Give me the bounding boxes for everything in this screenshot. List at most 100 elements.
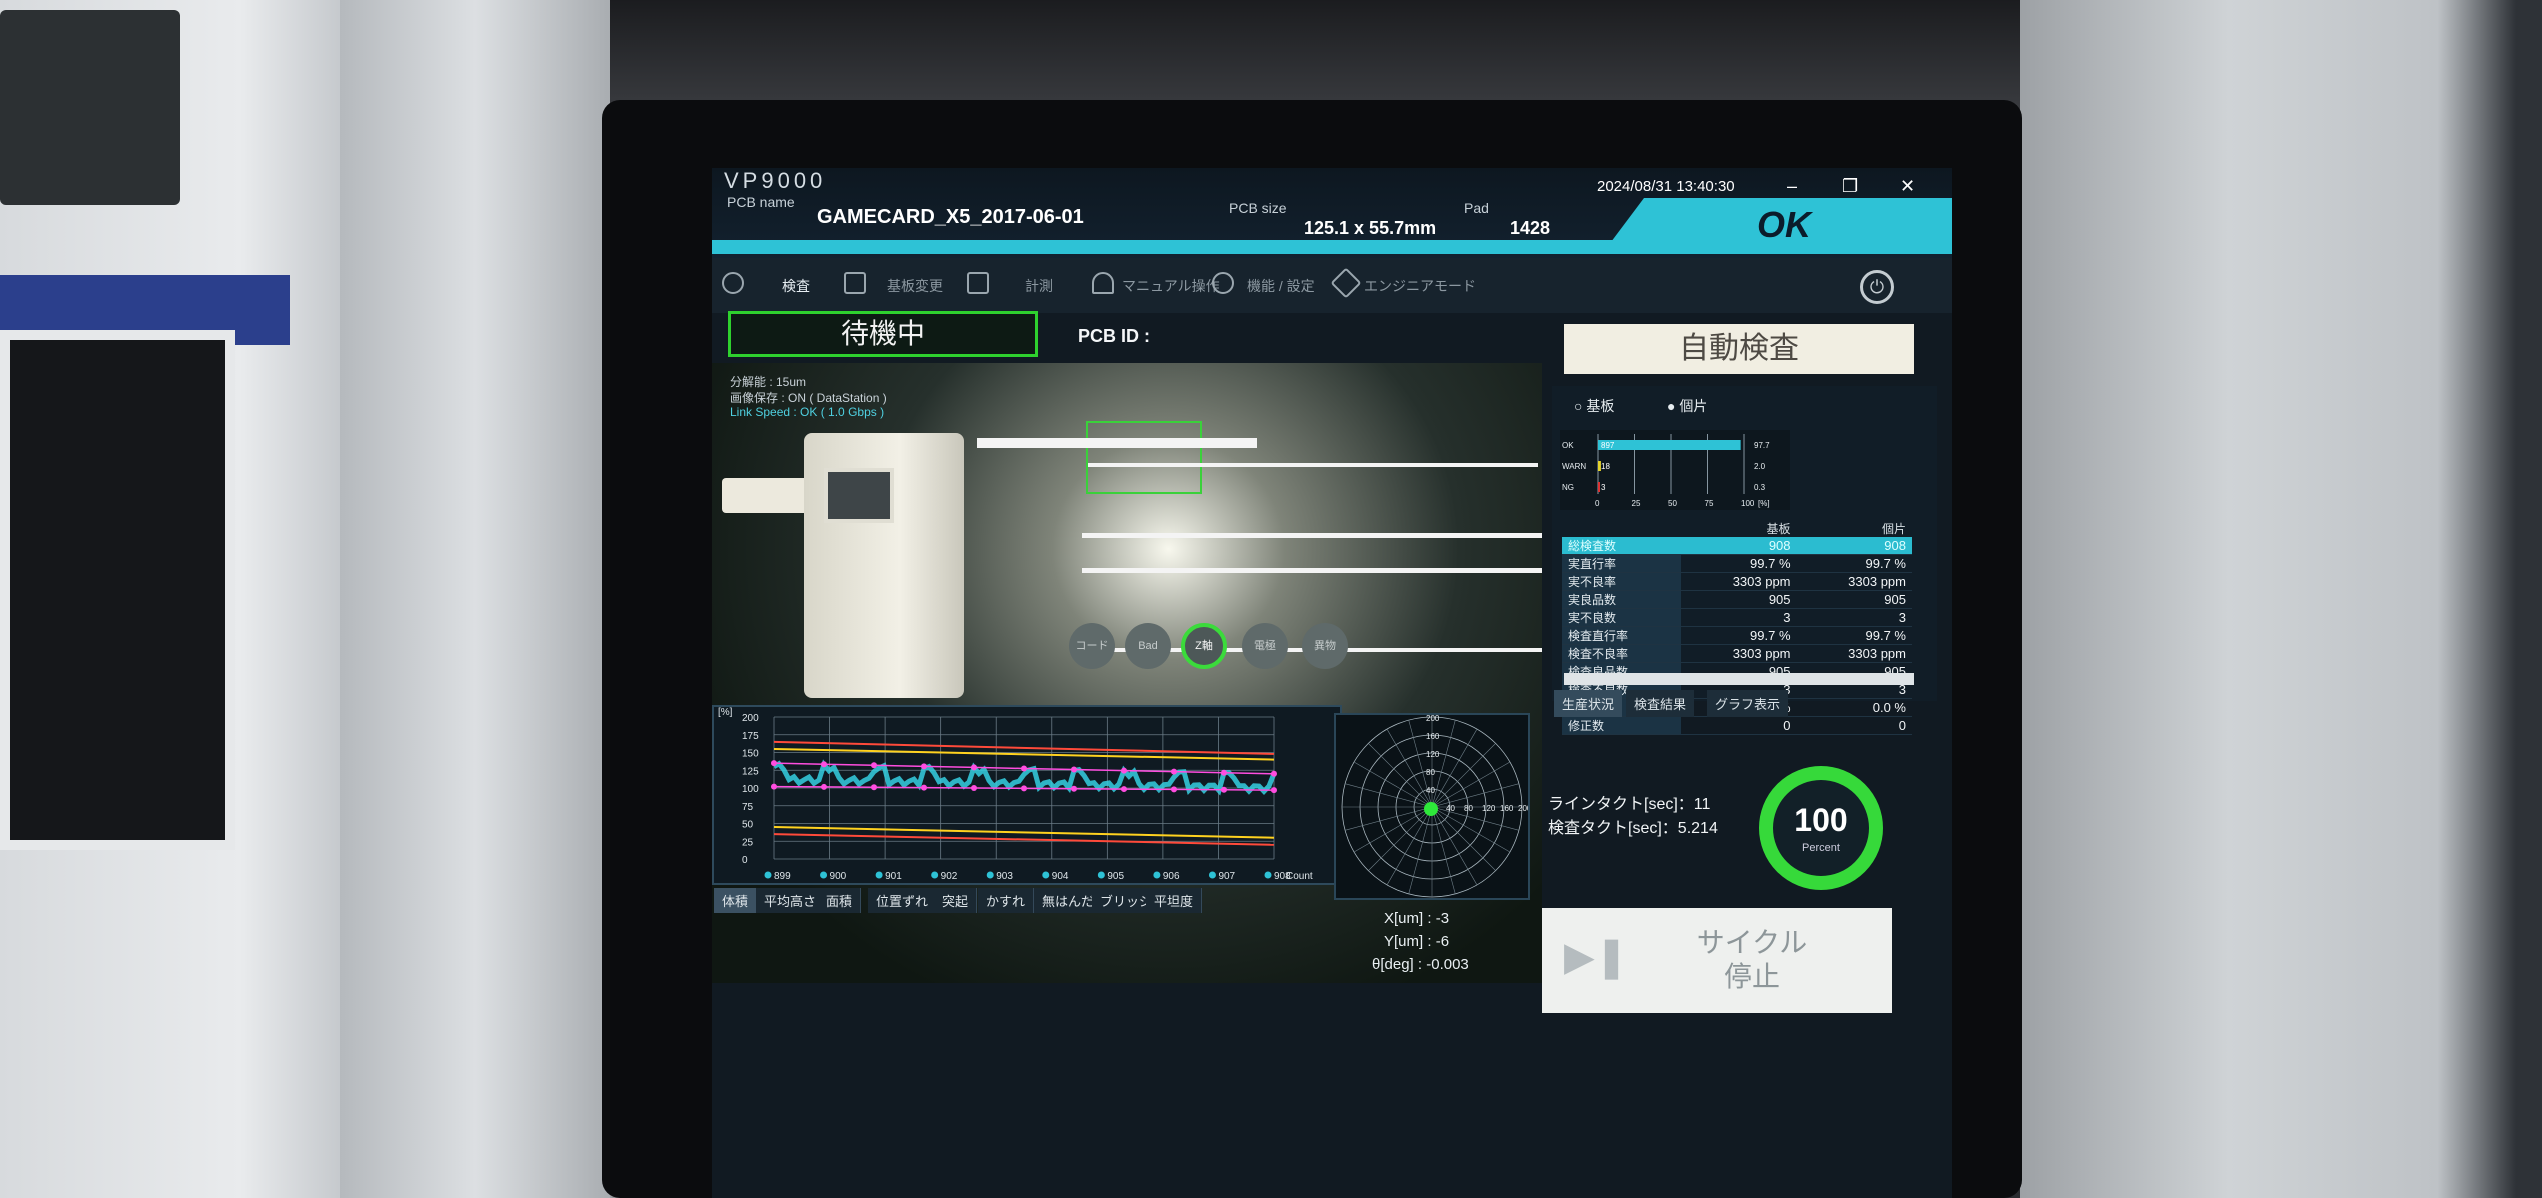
cycle-stop-button[interactable]: ▶❚ サイクル 停止 (1542, 908, 1892, 1013)
brand-logo: VP9000 (724, 168, 827, 193)
stats-cell-piece: 905 (1796, 590, 1912, 609)
stats-cell-board: 905 (1681, 590, 1797, 609)
graph-tab[interactable]: 平均高さ (756, 888, 826, 913)
stats-cell-piece: 3303 ppm (1796, 644, 1912, 663)
tab-settings[interactable]: 機能 / 設定 (1247, 276, 1315, 296)
upper-warn-line (773, 747, 1275, 761)
machine-model-monitor (824, 468, 894, 523)
tab-measure[interactable]: 計測 (1025, 276, 1053, 296)
maximize-button[interactable]: ❐ (1842, 176, 1858, 197)
graph-y-tick: 125 (742, 766, 759, 777)
radio-board[interactable]: ○ 基板 (1574, 396, 1614, 416)
gauge-unit: Percent (1802, 842, 1840, 854)
graph-x-tick: 905 (1107, 871, 1124, 882)
close-button[interactable]: ✕ (1900, 176, 1915, 197)
line-takt-label: ラインタクト[sec]： (1548, 796, 1694, 813)
position-radar: 200 200 160 160 120 120 80 80 40 40 (1334, 713, 1532, 900)
stats-cell-board: 3 (1681, 608, 1797, 627)
status-indicator: 待機中 (728, 311, 1038, 357)
stats-scrollbar[interactable] (1564, 673, 1914, 685)
inspection-takt-label: 検査タクト[sec]： (1548, 820, 1678, 837)
graph-x-marker (931, 871, 939, 879)
stats-row: 検査直行率 99.7 % 99.7 % (1562, 626, 1912, 645)
tab-manual[interactable]: マニュアル操作 (1122, 276, 1220, 296)
resolution-info: 分解能 : 15um (730, 375, 807, 389)
gear-icon[interactable] (1212, 272, 1234, 294)
mini-x-tick: 50 (1668, 499, 1677, 508)
image-save-info: 画像保存 : ON ( DataStation ) (730, 391, 887, 405)
trend-graph-panel: [%] 200 175 150 125 100 75 50 25 0 899 900 901 902 903… (712, 705, 1342, 885)
mini-bar-pct: 97.7 (1754, 441, 1770, 450)
auto-inspect-button[interactable]: 自動検査 (1564, 324, 1914, 374)
tab-board-change[interactable]: 基板変更 (887, 276, 943, 296)
graph-y-tick: 25 (742, 837, 754, 848)
photo-scene: VP9000 PCB name GAMECARD_X5_2017-06-01 P… (0, 0, 2542, 1198)
stats-cell-board: 908 (1681, 537, 1797, 555)
mini-bar (1598, 482, 1600, 492)
radar-tick: 120 (1426, 750, 1440, 759)
board-icon[interactable] (844, 272, 866, 294)
line-takt: ラインタクト[sec]：11 (1548, 790, 1710, 814)
tab-production[interactable]: 生産状況 (1554, 690, 1623, 717)
tab-graph[interactable]: グラフ表示 (1707, 690, 1789, 717)
pcb-name-label: PCB name (727, 194, 795, 210)
graph-x-marker (1208, 871, 1216, 879)
radar-svg: 200 200 160 160 120 120 80 80 40 40 (1341, 714, 1532, 898)
link-speed-info: Link Speed : OK ( 1.0 Gbps ) (730, 405, 885, 419)
graph-y-tick: 75 (742, 802, 754, 813)
radar-tick: 80 (1426, 768, 1435, 777)
graph-tab[interactable]: 体積 (714, 888, 758, 913)
stats-row: 修正数 0 0 (1562, 716, 1912, 735)
mini-x-tick: 100 (1741, 499, 1755, 508)
graph-tab[interactable]: 突起 (934, 888, 978, 913)
pad-value: 1428 (1510, 218, 1551, 238)
graph-tab[interactable]: 面積 (818, 888, 862, 913)
inspection-screen: VP9000 PCB name GAMECARD_X5_2017-06-01 P… (712, 168, 1952, 1198)
pcb-strip (977, 438, 1257, 448)
mini-bar (1598, 440, 1741, 450)
machine-window (0, 330, 235, 850)
pcb-name-value: GAMECARD_X5_2017-06-01 (817, 206, 1084, 228)
stats-cell-board: 3303 ppm (1681, 644, 1797, 663)
graph-y-tick: 150 (742, 749, 759, 760)
pcb-pad-row (1088, 463, 1538, 467)
stats-cell-name: 検査直行率 (1562, 626, 1682, 645)
pcb-id-label: PCB ID : (1078, 326, 1150, 346)
search-icon[interactable] (722, 272, 744, 294)
mode-bad-button[interactable]: Bad (1125, 623, 1171, 669)
tab-engineer[interactable]: エンジニアモード (1364, 276, 1476, 296)
trend-graph: [%] 200 175 150 125 100 75 50 25 0 899 900 901 902 903… (718, 707, 1313, 882)
mode-code-button[interactable]: コード (1069, 623, 1115, 669)
mode-foreign-button[interactable]: 異物 (1302, 623, 1348, 669)
stats-cell-piece: 0.0 % (1796, 698, 1912, 717)
mode-electrode-button[interactable]: 電極 (1242, 623, 1288, 669)
line-takt-value: 11 (1693, 796, 1711, 813)
stats-cell-name: 実直行率 (1562, 554, 1682, 573)
radar-tick-x: 160 (1500, 804, 1514, 813)
mode-z-axis-button[interactable]: Z軸 (1181, 623, 1227, 669)
selected-panel-box[interactable] (1086, 421, 1202, 494)
mini-unit: [%] (1758, 499, 1770, 508)
power-icon[interactable]: ⏻ (1860, 270, 1894, 304)
wrench-icon[interactable] (1330, 267, 1362, 299)
minimize-button[interactable]: – (1787, 176, 1797, 197)
inspection-takt: 検査タクト[sec]：5.214 (1548, 814, 1718, 838)
person-icon[interactable] (1092, 272, 1114, 294)
graph-tab[interactable]: かすれ (978, 888, 1035, 913)
radio-piece-label: 個片 (1679, 398, 1708, 414)
stats-cell-name: 実不良率 (1562, 572, 1682, 591)
radar-tick: 160 (1426, 732, 1440, 741)
graph-tab[interactable]: 平坦度 (1146, 888, 1203, 913)
x-offset: X[um] : -3 (1384, 910, 1450, 927)
stats-cell-board: 99.7 % (1681, 554, 1797, 573)
tab-inspect[interactable]: 検査 (782, 276, 810, 296)
radio-piece[interactable]: ● 個片 (1667, 396, 1707, 416)
theta-offset-label: θ[deg] (1372, 956, 1414, 973)
machine-left-housing (0, 0, 610, 1198)
stats-header-board: 基板 (1766, 522, 1791, 536)
graph-tab[interactable]: 位置ずれ (868, 888, 938, 913)
tab-results[interactable]: 検査結果 (1626, 690, 1695, 717)
mini-bar-label: NG (1562, 483, 1574, 492)
mini-bar-pct: 2.0 (1754, 462, 1766, 471)
document-icon[interactable] (967, 272, 989, 294)
